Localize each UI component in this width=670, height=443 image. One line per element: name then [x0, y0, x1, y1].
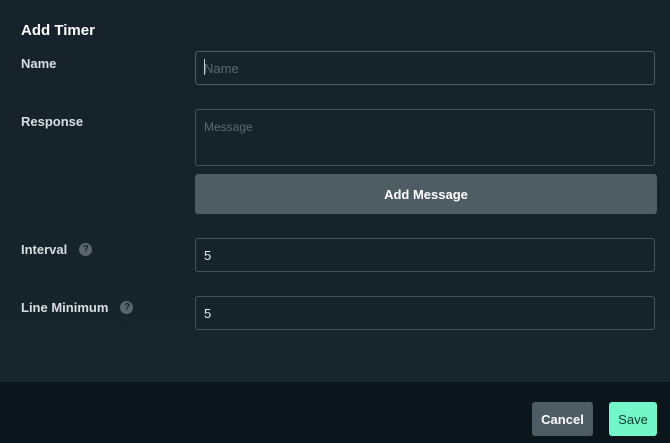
line-minimum-label-text: Line Minimum [21, 300, 109, 315]
dialog-footer: Cancel Save [0, 382, 670, 443]
line-minimum-input[interactable] [195, 296, 655, 330]
name-input[interactable] [195, 51, 655, 85]
line-minimum-label: Line Minimum ? [21, 300, 134, 315]
question-circle-icon[interactable]: ? [120, 301, 134, 314]
question-circle-icon[interactable]: ? [79, 243, 93, 256]
response-message-textarea[interactable] [195, 109, 655, 166]
response-label-text: Response [21, 114, 84, 129]
text-caret [204, 59, 205, 75]
cancel-button[interactable]: Cancel [532, 402, 593, 436]
dialog-title: Add Timer [21, 22, 95, 39]
save-button[interactable]: Save [609, 402, 657, 436]
name-label: Name [21, 56, 56, 71]
add-message-button[interactable]: Add Message [195, 174, 657, 214]
interval-input[interactable] [195, 238, 655, 272]
name-label-text: Name [21, 56, 57, 71]
interval-label-text: Interval [21, 242, 68, 257]
interval-label: Interval ? [21, 242, 93, 257]
response-label: Response [21, 114, 83, 129]
add-timer-dialog: Add Timer Name Response Add Message Inte… [0, 0, 670, 382]
